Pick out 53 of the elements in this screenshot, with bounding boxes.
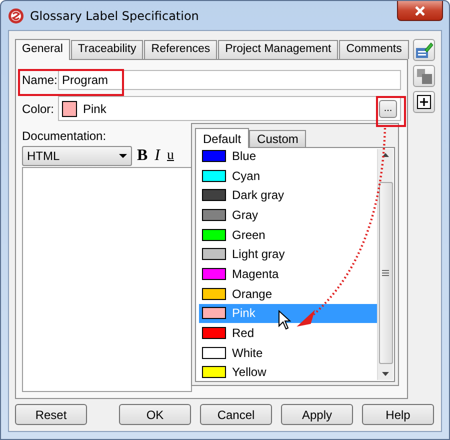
tab[interactable]: Traceability xyxy=(70,40,144,59)
scroll-down-icon xyxy=(382,372,389,376)
format-dropdown[interactable]: HTML xyxy=(22,146,132,166)
documentation-editor[interactable] xyxy=(22,167,192,392)
mouse-pointer-icon xyxy=(278,310,291,330)
tab[interactable]: Comments xyxy=(339,40,409,59)
grip-icon xyxy=(382,270,389,276)
plus-icon xyxy=(417,95,431,109)
dialog-button[interactable]: OK xyxy=(119,404,191,425)
name-label: Name: xyxy=(22,73,54,87)
window-title: Glossary Label Specification xyxy=(30,8,200,22)
dialog-button[interactable]: Apply xyxy=(281,404,353,425)
documentation-label: Documentation: xyxy=(22,129,106,143)
more-button[interactable]: ... xyxy=(379,100,397,118)
stacked-squares-icon xyxy=(416,68,432,84)
color-item[interactable]: Green xyxy=(199,224,377,244)
scrollbar[interactable] xyxy=(377,149,393,380)
dialog-button[interactable]: Help xyxy=(362,404,434,425)
color-item[interactable]: White xyxy=(199,342,377,363)
caret-icon xyxy=(119,154,127,158)
dialog-button[interactable]: Cancel xyxy=(200,404,272,425)
color-item[interactable]: Orange xyxy=(199,284,377,304)
color-item[interactable]: Gray xyxy=(199,205,377,225)
name-field[interactable]: Program xyxy=(58,70,401,90)
app-icon xyxy=(8,8,24,24)
color-item[interactable]: Yellow xyxy=(199,362,377,380)
tab[interactable]: Default xyxy=(195,128,250,148)
add-button[interactable] xyxy=(413,91,435,113)
color-item[interactable]: Red xyxy=(199,323,377,343)
properties-button[interactable] xyxy=(413,39,435,61)
tab[interactable]: Custom xyxy=(249,130,306,147)
underline-button[interactable]: u xyxy=(165,148,176,164)
form-edit-icon xyxy=(415,42,433,58)
close-icon xyxy=(414,4,426,16)
dialog-button[interactable]: Reset xyxy=(15,404,87,425)
tab[interactable]: Project Management xyxy=(218,40,338,59)
italic-button[interactable]: I xyxy=(152,147,162,165)
highlight-frame xyxy=(376,96,406,127)
color-item[interactable]: Light gray xyxy=(199,244,377,264)
color-item[interactable]: Cyan xyxy=(199,166,377,186)
color-item[interactable]: Blue xyxy=(199,148,377,166)
scroll-thumb[interactable] xyxy=(378,182,392,364)
color-item[interactable]: Dark gray xyxy=(199,185,377,206)
grid-button[interactable] xyxy=(413,65,435,87)
tab[interactable]: General xyxy=(15,39,70,60)
tab[interactable]: References xyxy=(144,40,218,59)
bold-button[interactable]: B xyxy=(135,147,150,165)
color-item[interactable]: Magenta xyxy=(199,264,377,284)
color-field[interactable]: Pink ... xyxy=(58,96,401,121)
color-label: Color: xyxy=(22,102,54,116)
color-value: Pink xyxy=(83,102,108,116)
close-button[interactable] xyxy=(397,1,443,21)
scroll-up-icon xyxy=(382,153,389,157)
